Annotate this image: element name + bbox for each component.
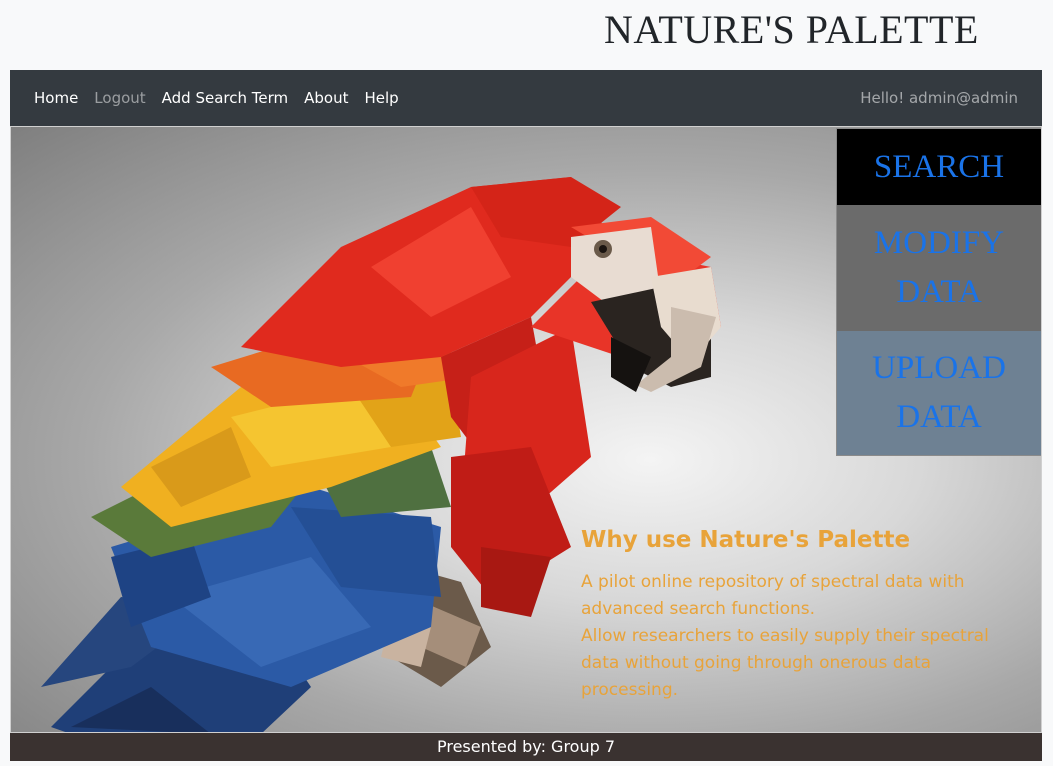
footer: Presented by: Group 7 xyxy=(10,733,1042,761)
hero-banner: SEARCH MODIFY DATA UPLOAD DATA Why use N… xyxy=(10,126,1042,733)
upload-data-label-line2: DATA xyxy=(896,399,982,435)
modify-data-label-line2: DATA xyxy=(896,274,982,310)
action-menu: SEARCH MODIFY DATA UPLOAD DATA xyxy=(836,128,1041,456)
nav-about-link[interactable]: About xyxy=(304,89,348,107)
why-description-2: Allow researchers to easily supply their… xyxy=(581,626,989,700)
modify-data-label-line1: MODIFY xyxy=(873,225,1005,261)
top-navbar: Home Logout Add Search Term About Help H… xyxy=(10,70,1042,126)
modify-data-button[interactable]: MODIFY DATA xyxy=(837,205,1041,331)
footer-text: Presented by: Group 7 xyxy=(436,737,616,756)
nav-add-search-term-link[interactable]: Add Search Term xyxy=(162,89,288,107)
search-button[interactable]: SEARCH xyxy=(837,129,1041,205)
site-title: NATURE'S PALETTE xyxy=(604,7,979,52)
upload-data-label-line1: UPLOAD xyxy=(872,350,1006,386)
why-description-1: A pilot online repository of spectral da… xyxy=(581,572,965,619)
nav-home-link[interactable]: Home xyxy=(34,89,78,107)
user-greeting: Hello! admin@admin xyxy=(860,89,1018,107)
nav-help-link[interactable]: Help xyxy=(364,89,398,107)
nav-links: Home Logout Add Search Term About Help xyxy=(34,89,415,107)
upload-data-button[interactable]: UPLOAD DATA xyxy=(837,331,1041,455)
why-section: Why use Nature's Palette A pilot online … xyxy=(581,527,1011,704)
why-heading: Why use Nature's Palette xyxy=(581,527,911,553)
search-button-label: SEARCH xyxy=(873,148,1005,185)
nav-logout-link[interactable]: Logout xyxy=(94,89,145,107)
